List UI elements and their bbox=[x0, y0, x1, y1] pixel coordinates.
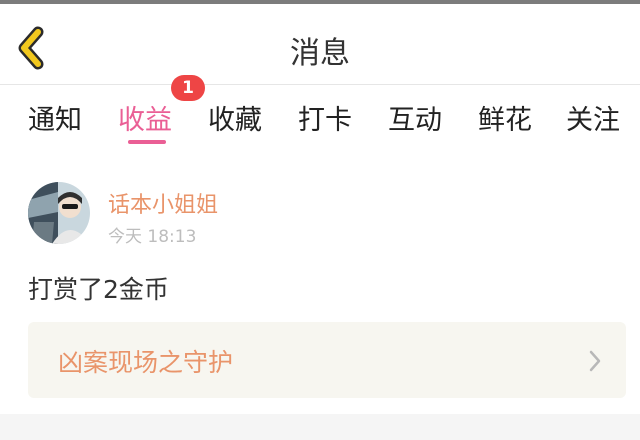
tab-earnings[interactable]: 收益 bbox=[118, 98, 172, 137]
tab-bar: 通知 收益 收藏 打卡 互动 鲜花 关注 bbox=[0, 88, 640, 148]
unread-badge: 1 bbox=[171, 75, 205, 101]
avatar[interactable] bbox=[28, 182, 90, 244]
tab-follow[interactable]: 关注 bbox=[566, 98, 620, 137]
story-link-title: 凶案现场之守护 bbox=[58, 348, 234, 377]
list-separator bbox=[0, 414, 640, 440]
avatar-image bbox=[28, 182, 90, 244]
story-link-card[interactable]: 凶案现场之守护 bbox=[28, 322, 626, 398]
active-tab-indicator bbox=[128, 140, 166, 144]
app-header: 消息 bbox=[0, 4, 640, 85]
tab-flowers[interactable]: 鲜花 bbox=[478, 98, 532, 137]
page-title: 消息 bbox=[290, 36, 350, 71]
tab-favorites[interactable]: 收藏 bbox=[208, 98, 262, 137]
tab-checkin[interactable]: 打卡 bbox=[298, 98, 352, 137]
tab-notification[interactable]: 通知 bbox=[28, 98, 82, 137]
tab-interaction[interactable]: 互动 bbox=[388, 98, 442, 137]
message-time: 今天 18:13 bbox=[108, 227, 197, 247]
chevron-right-icon bbox=[589, 350, 601, 372]
message-text: 打赏了2金币 bbox=[28, 275, 169, 304]
sender-name[interactable]: 话本小姐姐 bbox=[108, 187, 218, 219]
